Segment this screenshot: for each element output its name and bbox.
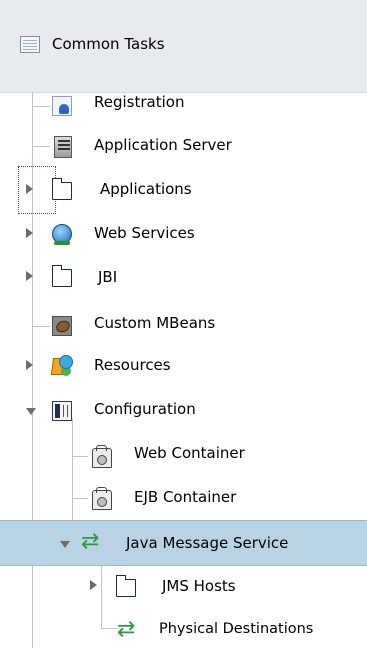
tree-item-application-server[interactable]: Application Server xyxy=(0,126,367,166)
expand-arrow-icon[interactable] xyxy=(26,360,33,370)
tree-item-label: EJB Container xyxy=(134,488,237,506)
registration-icon xyxy=(52,96,72,116)
tree-item-registration[interactable]: Registration xyxy=(0,86,367,126)
configuration-icon xyxy=(52,401,72,421)
tree-item-resources[interactable]: Resources xyxy=(0,346,367,386)
resources-icon xyxy=(52,355,73,375)
tree-item-label: Physical Destinations xyxy=(159,621,314,637)
expand-arrow-icon[interactable] xyxy=(26,271,33,281)
common-tasks-label: Common Tasks xyxy=(52,35,165,53)
tree-item-web-container[interactable]: Web Container xyxy=(0,434,367,474)
folder-icon xyxy=(116,575,136,597)
tree-item-label: Custom MBeans xyxy=(94,314,216,332)
tree-item-label: Application Server xyxy=(94,136,232,154)
tree-item-label: Web Services xyxy=(94,224,195,242)
tree-item-label: Configuration xyxy=(94,400,196,418)
tree-item-jms-hosts[interactable]: JMS Hosts xyxy=(0,566,367,606)
jms-icon xyxy=(81,529,102,555)
tree-item-web-services[interactable]: Web Services xyxy=(0,214,367,254)
bean-icon xyxy=(52,316,72,336)
tree-item-label: Web Container xyxy=(134,444,245,462)
tree-item-custom-mbeans[interactable]: Custom MBeans xyxy=(0,304,367,344)
common-tasks-header[interactable]: Common Tasks xyxy=(0,0,367,93)
folder-icon xyxy=(52,178,72,200)
tree-item-applications[interactable]: Applications xyxy=(0,168,367,208)
server-icon xyxy=(54,136,72,158)
tree-item-label: JMS Hosts xyxy=(162,577,236,595)
container-icon xyxy=(92,445,112,468)
collapse-arrow-icon[interactable] xyxy=(60,541,70,548)
collapse-arrow-icon[interactable] xyxy=(26,408,36,415)
tree-item-label: Applications xyxy=(100,180,192,198)
globe-icon xyxy=(52,224,72,245)
task-list-icon xyxy=(20,36,40,53)
tree-item-physical-destinations[interactable]: Physical Destinations xyxy=(0,610,367,650)
tree-item-java-message-service[interactable]: Java Message Service xyxy=(0,520,367,566)
container-icon xyxy=(92,487,112,510)
jms-icon xyxy=(117,617,138,643)
expand-arrow-icon[interactable] xyxy=(90,580,97,590)
tree-item-label: JBI xyxy=(98,268,118,286)
folder-icon xyxy=(52,265,72,287)
tree-item-label: Resources xyxy=(94,356,171,374)
expand-arrow-icon[interactable] xyxy=(26,184,33,194)
tree-item-ejb-container[interactable]: EJB Container xyxy=(0,476,367,516)
expand-arrow-icon[interactable] xyxy=(26,228,33,238)
tree-item-configuration[interactable]: Configuration xyxy=(0,390,367,430)
tree-item-label: Java Message Service xyxy=(126,534,289,552)
tree-item-label: Registration xyxy=(94,93,185,111)
tree-item-jbi[interactable]: JBI xyxy=(0,257,367,297)
